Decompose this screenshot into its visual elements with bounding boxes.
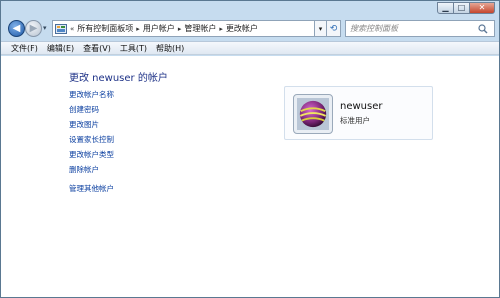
search-icon[interactable]	[478, 23, 488, 34]
search-box	[345, 20, 495, 37]
parental-controls-link[interactable]: 设置家长控制	[69, 134, 114, 145]
chevron-down-icon: ▾	[318, 24, 323, 33]
forward-arrow-icon: ▶	[29, 23, 38, 34]
menu-help[interactable]: 帮助(H)	[152, 43, 189, 54]
change-account-type-link[interactable]: 更改帐户类型	[69, 149, 114, 160]
account-type-label: 标准用户	[340, 116, 370, 125]
main-content: 更改 newuser 的帐户 更改帐户名称 创建密码 更改图片 设置家长控制 更…	[1, 56, 499, 297]
address-row: ◀ ▶ ▾ « 所有控制面板项 ▸ 用户帐户 ▸ 管理帐户 ▸ 更改帐户 ▾ ⟲…	[1, 17, 499, 39]
back-button[interactable]: ◀	[8, 20, 25, 37]
change-picture-link[interactable]: 更改图片	[69, 119, 99, 130]
user-picture-icon	[297, 98, 329, 130]
maximize-button[interactable]: □	[453, 2, 470, 14]
breadcrumb-item[interactable]: 管理帐户	[182, 23, 218, 34]
menu-edit[interactable]: 编辑(E)	[43, 43, 79, 54]
avatar	[293, 94, 333, 134]
chevron-down-icon: ▾	[43, 24, 47, 32]
menu-view[interactable]: 查看(V)	[79, 43, 116, 54]
maximize-icon: □	[457, 3, 466, 12]
change-account-name-link[interactable]: 更改帐户名称	[69, 89, 114, 100]
user-name: newuser	[340, 101, 383, 112]
create-password-link[interactable]: 创建密码	[69, 104, 99, 115]
close-icon: ✕	[478, 3, 486, 12]
menu-tools[interactable]: 工具(T)	[116, 43, 152, 54]
manage-other-accounts-link[interactable]: 管理其他帐户	[69, 183, 114, 194]
menu-file[interactable]: 文件(F)	[7, 43, 43, 54]
minimize-icon: ▁	[442, 3, 449, 12]
page-title: 更改 newuser 的帐户	[69, 73, 168, 84]
minimize-button[interactable]: ▁	[437, 2, 454, 14]
address-bar[interactable]: « 所有控制面板项 ▸ 用户帐户 ▸ 管理帐户 ▸ 更改帐户	[52, 20, 315, 37]
menu-bar: 文件(F) 编辑(E) 查看(V) 工具(T) 帮助(H)	[1, 41, 499, 55]
breadcrumb-item[interactable]: 所有控制面板项	[75, 23, 135, 34]
control-panel-window: ▁ □ ✕ ◀ ▶ ▾ « 所有控制面板项 ▸ 用户帐户 ▸ 管理帐户 ▸ 更改…	[0, 0, 500, 298]
search-input[interactable]	[346, 21, 476, 36]
breadcrumb-item[interactable]: 用户帐户	[141, 23, 177, 34]
back-arrow-icon: ◀	[12, 23, 21, 34]
user-account-card: newuser 标准用户	[284, 86, 433, 140]
window-caption-buttons: ▁ □ ✕	[437, 2, 495, 14]
recent-pages-button[interactable]: ▾	[43, 24, 49, 32]
delete-account-link[interactable]: 删除帐户	[69, 164, 99, 175]
close-button[interactable]: ✕	[469, 2, 495, 14]
control-panel-icon	[55, 23, 67, 34]
forward-button[interactable]: ▶	[25, 20, 42, 37]
breadcrumb-item[interactable]: 更改帐户	[224, 23, 260, 34]
address-dropdown-button[interactable]: ▾	[315, 20, 327, 37]
refresh-icon: ⟲	[329, 23, 338, 34]
refresh-button[interactable]: ⟲	[327, 20, 341, 37]
